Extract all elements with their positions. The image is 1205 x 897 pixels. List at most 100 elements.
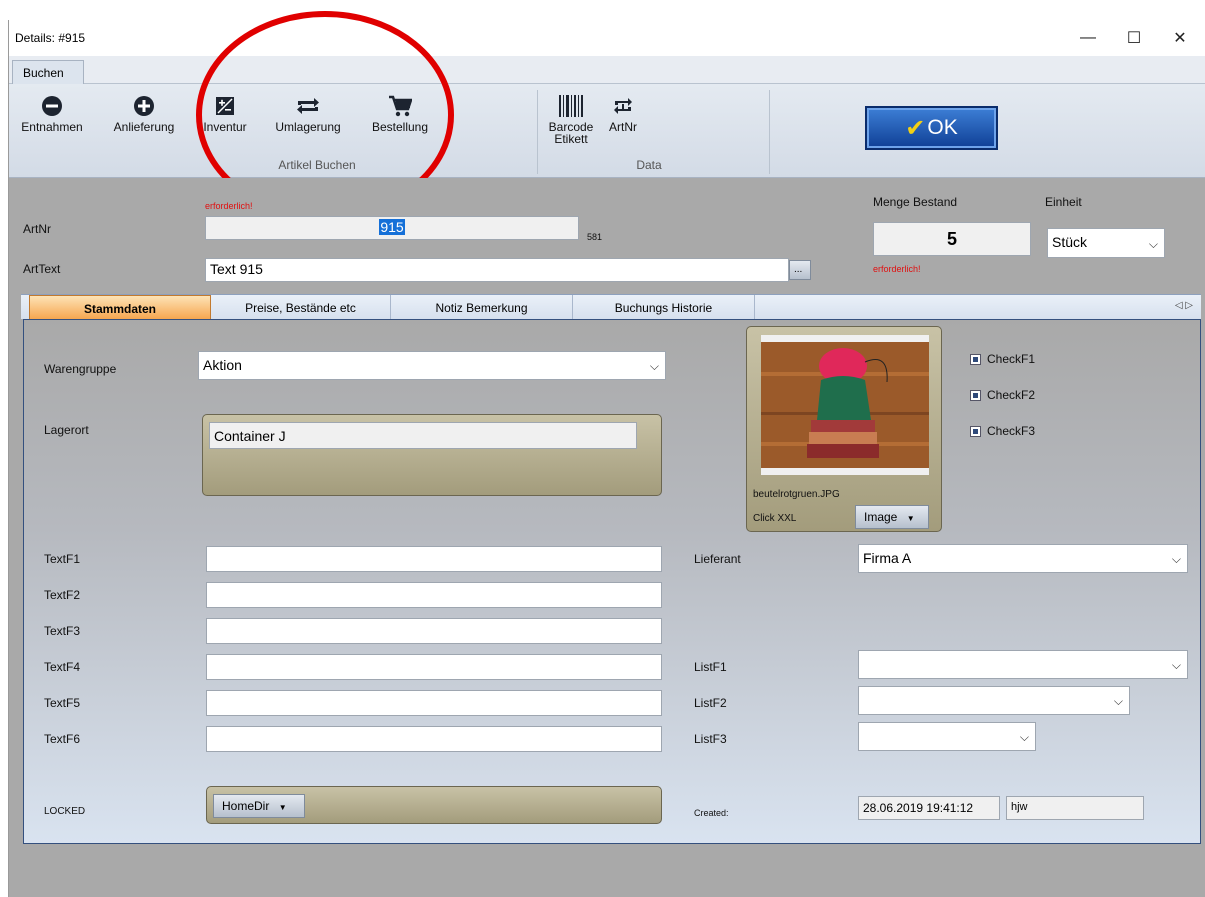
einheit-select[interactable]: Stück ⌵ [1047, 228, 1165, 258]
checkf3-checkbox[interactable]: CheckF3 [970, 424, 1035, 438]
chevron-down-icon: ⌵ [1171, 658, 1181, 672]
group-label-data: Data [636, 158, 662, 172]
einheit-label: Einheit [1045, 195, 1082, 209]
minus-circle-icon [15, 92, 89, 120]
tab-stammdaten[interactable]: Stammdaten [29, 295, 211, 320]
arttext-label: ArtText [23, 262, 61, 276]
listf3-label: ListF3 [694, 732, 727, 746]
etikett-label: Etikett [554, 132, 588, 146]
warengruppe-label: Warengruppe [44, 362, 117, 376]
textf1-input[interactable] [206, 546, 662, 572]
ok-label: OK [927, 116, 958, 139]
warengruppe-select[interactable]: Aktion ⌵ [198, 351, 666, 380]
dropdown-arrow-icon: ▼ [278, 803, 287, 812]
lieferant-label: Lieferant [694, 552, 741, 566]
textf6-input[interactable] [206, 726, 662, 752]
listf3-select[interactable]: ⌵ [858, 722, 1036, 751]
maximize-button[interactable]: ☐ [1111, 24, 1157, 52]
locked-label: LOCKED [44, 806, 86, 817]
close-button[interactable]: ✕ [1157, 24, 1203, 52]
textf2-input[interactable] [206, 582, 662, 608]
lagerort-group: Container J [202, 414, 662, 496]
chevron-down-icon: ⌵ [1113, 694, 1123, 708]
listf2-label: ListF2 [694, 696, 727, 710]
einheit-value: Stück [1052, 234, 1088, 250]
tab-preise[interactable]: Preise, Bestände etc [211, 295, 391, 320]
product-photo [761, 342, 929, 468]
textf3-label: TextF3 [44, 624, 81, 638]
detail-tabs: Stammdaten Preise, Bestände etc Notiz Be… [21, 294, 1201, 320]
created-date: 28.06.2019 19:41:12 [858, 796, 1000, 820]
ribbon-separator-2 [769, 90, 770, 174]
click-xxl-label[interactable]: Click XXL [753, 513, 796, 524]
arttext-browse-button[interactable]: ... [789, 260, 811, 280]
product-image[interactable] [761, 335, 929, 475]
checkbox-checked-icon [970, 389, 981, 401]
image-button-label: Image [864, 510, 898, 524]
textf6-label: TextF6 [44, 732, 81, 746]
textf5-label: TextF5 [44, 696, 81, 710]
textf5-input[interactable] [206, 690, 662, 716]
homedir-group: HomeDir ▼ [206, 786, 662, 824]
image-menu-button[interactable]: Image ▼ [855, 505, 929, 529]
menge-bestand-value: 5 [873, 222, 1031, 256]
artnr-count: 581 [587, 232, 603, 242]
details-window: Details: #915 — ☐ ✕ Buchen Entnahmen Anl… [8, 11, 1205, 897]
dropdown-arrow-icon: ▼ [906, 514, 915, 523]
warengruppe-value: Aktion [203, 357, 242, 373]
artnr-value: 915 [379, 219, 405, 235]
chevron-down-icon: ⌵ [1171, 552, 1181, 566]
checkf1-checkbox[interactable]: CheckF1 [970, 352, 1035, 366]
textf3-input[interactable] [206, 618, 662, 644]
repeat-one-icon [603, 92, 643, 120]
listf2-select[interactable]: ⌵ [858, 686, 1130, 715]
plus-circle-icon [105, 92, 183, 120]
checkf1-label: CheckF1 [987, 352, 1036, 366]
homedir-button[interactable]: HomeDir ▼ [213, 794, 305, 818]
textf2-label: TextF2 [44, 588, 81, 602]
barcode-icon [541, 92, 601, 120]
window-title: Details: #915 [15, 31, 86, 45]
tab-scroll-arrows-icon[interactable]: ◁ ▷ [1175, 300, 1193, 311]
lagerort-input[interactable]: Container J [209, 422, 637, 449]
minimize-button[interactable]: — [1065, 24, 1111, 52]
anlieferung-button[interactable]: Anlieferung [105, 92, 183, 134]
ribbon-tab-buchen[interactable]: Buchen [12, 60, 84, 85]
ribbon-separator [537, 90, 538, 174]
listf1-label: ListF1 [694, 660, 727, 674]
stammdaten-panel: Warengruppe Aktion ⌵ Lagerort Container … [23, 319, 1201, 844]
chevron-down-icon: ⌵ [1148, 237, 1158, 251]
artnr-required: erforderlich! [205, 201, 253, 211]
entnahmen-label: Entnahmen [21, 120, 83, 134]
lieferant-value: Firma A [863, 550, 912, 566]
created-user: hjw [1006, 796, 1144, 820]
checkf3-label: CheckF3 [987, 424, 1036, 438]
artnr-button[interactable]: ArtNr [603, 92, 643, 134]
textf4-label: TextF4 [44, 660, 81, 674]
homedir-label: HomeDir [222, 799, 270, 813]
image-box: beutelrotgruen.JPG Click XXL Image ▼ [746, 326, 942, 532]
ok-button[interactable]: ✔ OK [865, 106, 998, 150]
checkbox-checked-icon [970, 425, 981, 437]
lagerort-label: Lagerort [44, 423, 89, 437]
details-body: erforderlich! ArtNr 915 581 ArtText Text… [9, 178, 1205, 897]
tab-notiz[interactable]: Notiz Bemerkung [391, 295, 573, 320]
checkf2-label: CheckF2 [987, 388, 1036, 402]
checkf2-checkbox[interactable]: CheckF2 [970, 388, 1035, 402]
menge-required: erforderlich! [873, 264, 921, 274]
chevron-down-icon: ⌵ [649, 359, 659, 373]
tab-buchungs-historie[interactable]: Buchungs Historie [573, 295, 755, 320]
artnr-input[interactable]: 915 [205, 216, 579, 240]
textf4-input[interactable] [206, 654, 662, 680]
menge-bestand-label: Menge Bestand [873, 195, 958, 209]
checkmark-icon: ✔ [905, 114, 926, 142]
lieferant-select[interactable]: Firma A ⌵ [858, 544, 1188, 573]
barcode-etikett-button[interactable]: Barcode Etikett [541, 92, 601, 146]
arttext-input[interactable]: Text 915 [205, 258, 789, 282]
chevron-down-icon: ⌵ [1019, 730, 1029, 744]
entnahmen-button[interactable]: Entnahmen [15, 92, 89, 134]
listf1-select[interactable]: ⌵ [858, 650, 1188, 679]
image-filename: beutelrotgruen.JPG [753, 489, 840, 500]
textf1-label: TextF1 [44, 552, 81, 566]
artnr-label: ArtNr [23, 222, 51, 236]
